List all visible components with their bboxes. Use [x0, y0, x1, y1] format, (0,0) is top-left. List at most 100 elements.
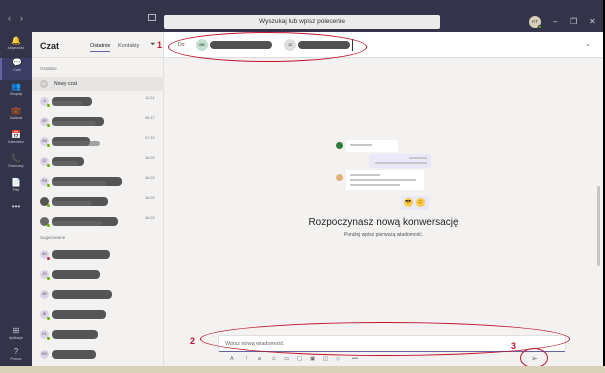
chat-list-item[interactable]: AR — [32, 285, 164, 305]
app-rail: 🔔 Aktywność 💬 Czat 👥 Zespoły 💼 Zadania 📅 Kale… — [0, 32, 32, 366]
chat-icon: 💬 — [12, 58, 22, 67]
meet-now-icon[interactable]: ▣ — [310, 356, 315, 362]
redacted-name — [52, 250, 110, 259]
schedule-icon[interactable]: ◫ — [323, 356, 328, 362]
apps-icon: ⊞ — [12, 326, 20, 335]
chat-list-item[interactable]: A 10:24 — [32, 92, 164, 112]
rail-item-calendar[interactable]: 📅 Kalendarz — [0, 130, 32, 152]
emoji-icon[interactable]: ☺ — [271, 356, 277, 362]
search-input[interactable]: Wyszukaj lub wpisz polecenie — [164, 15, 440, 29]
chat-list-item[interactable]: PM 16.03 — [32, 172, 164, 192]
title-bar: ‹ › Wyszukaj lub wpisz polecenie KT – ❐ … — [0, 0, 603, 32]
redacted-preview — [52, 101, 82, 106]
recipient-input-cursor[interactable] — [352, 39, 353, 51]
illustration-bubble — [346, 140, 398, 152]
rail-item-teams[interactable]: 👥 Zespoły — [0, 82, 32, 104]
chat-time: 07:23 — [145, 136, 155, 140]
rail-item-assignments[interactable]: 💼 Zadania — [0, 106, 32, 128]
status-available-icon — [47, 317, 50, 320]
format-icon[interactable]: A — [230, 356, 234, 362]
redacted-name — [52, 270, 100, 279]
chat-time: 08:37 — [145, 116, 155, 120]
chat-list-item[interactable]: 16.03 — [32, 212, 164, 232]
rail-item-more[interactable]: ••• — [0, 202, 32, 224]
redacted-preview — [52, 121, 96, 126]
rail-item-chat[interactable]: 💬 Czat — [0, 58, 32, 80]
rail-item-activity[interactable]: 🔔 Aktywność — [0, 36, 32, 58]
minimize-button[interactable]: – — [553, 17, 557, 26]
redacted-preview — [52, 181, 107, 186]
scrollbar[interactable] — [597, 186, 600, 266]
chevron-down-icon[interactable]: ⌄ — [585, 40, 591, 48]
conversation-pane: Do: BB JZ ⌄ 😎 😊 Rozpoczynasz nową konwer… — [164, 32, 603, 366]
illustration-bubble: 😎 😊 — [401, 196, 429, 210]
chat-list-item[interactable]: ZM 07:23 — [32, 132, 164, 152]
status-busy-icon — [47, 257, 50, 260]
avatar: AH — [40, 250, 50, 260]
more-options-icon[interactable]: ••• — [352, 356, 358, 362]
filter-icon[interactable]: ⏷ — [150, 41, 156, 49]
illustration-line — [350, 179, 416, 181]
rail-item-calls[interactable]: 📞 Rozmowy — [0, 154, 32, 176]
tab-contacts[interactable]: Kontakty — [118, 43, 139, 49]
sticker-icon[interactable]: ▢ — [297, 356, 302, 362]
status-available-icon — [47, 124, 50, 127]
status-available-icon — [47, 104, 50, 107]
avatar: DL — [40, 330, 50, 340]
new-conversation-illustration: 😎 😊 — [331, 140, 431, 212]
new-chat-compose-icon[interactable] — [148, 14, 156, 21]
avatar: A — [40, 97, 50, 107]
bell-icon: 🔔 — [11, 36, 21, 45]
rail-item-files[interactable]: 📄 Pliki — [0, 178, 32, 200]
redacted-name — [52, 350, 96, 359]
person-avatar-icon — [336, 142, 343, 149]
back-arrow-icon[interactable]: ‹ — [8, 13, 11, 23]
chat-list-header: Czat Ostatnie Kontakty ⏷ — [32, 32, 164, 58]
avatar: JZ — [40, 157, 50, 167]
avatar: JZ — [284, 39, 296, 51]
windows-taskbar — [0, 366, 605, 373]
avatar — [40, 217, 50, 227]
redacted-preview — [52, 221, 102, 226]
gif-icon[interactable]: ▭ — [284, 356, 289, 362]
chat-list-item[interactable]: 16.03 — [32, 192, 164, 212]
important-icon[interactable]: ! — [246, 356, 248, 362]
avatar: JS — [40, 270, 50, 280]
illustration-line — [409, 157, 427, 159]
rail-item-apps[interactable]: ⊞ Aplikacje — [0, 326, 32, 348]
chat-list-item[interactable]: SP 08:37 — [32, 112, 164, 132]
chat-time: 16.03 — [145, 196, 155, 200]
praise-icon[interactable]: ◇ — [336, 356, 340, 362]
to-label: Do: — [178, 42, 186, 48]
tab-recent[interactable]: Ostatnie — [90, 43, 111, 52]
chat-list-item[interactable]: MO — [32, 345, 164, 365]
user-avatar[interactable]: KT — [529, 16, 542, 29]
smile-emoji-icon: 😊 — [416, 198, 425, 207]
avatar: PM — [40, 177, 50, 187]
annotation-number-2: 2 — [190, 336, 196, 346]
chat-list-item[interactable]: JZ 16.03 — [32, 152, 164, 172]
message-input[interactable] — [225, 339, 545, 349]
chat-time: 10:24 — [145, 96, 155, 100]
chat-list-item[interactable]: AH — [32, 245, 164, 265]
attach-icon[interactable]: ⌀ — [258, 356, 261, 362]
send-button[interactable]: ➢ — [531, 354, 538, 363]
new-conversation-hint: Poniżej wpisz pierwszą wiadomość. — [343, 232, 424, 238]
chat-list-item[interactable]: DL — [32, 325, 164, 345]
rail-item-help[interactable]: ? Pomoc — [0, 347, 32, 366]
new-chat-label: Nowy czat — [54, 81, 78, 87]
calendar-icon: 📅 — [11, 130, 21, 139]
avatar: SP — [40, 117, 50, 127]
help-icon: ? — [13, 347, 19, 356]
maximize-button[interactable]: ❐ — [570, 17, 577, 26]
chat-list-item[interactable]: JS — [32, 265, 164, 285]
redacted-name — [52, 290, 112, 299]
illustration-line — [375, 162, 427, 164]
new-chat-item[interactable]: NC Nowy czat — [32, 77, 164, 91]
illustration-line — [350, 174, 380, 176]
forward-arrow-icon[interactable]: › — [20, 13, 23, 23]
close-button[interactable]: ✕ — [589, 17, 596, 26]
avatar: MO — [40, 350, 49, 359]
chat-list-item[interactable]: BI — [32, 305, 164, 325]
person-avatar-icon — [336, 174, 343, 181]
